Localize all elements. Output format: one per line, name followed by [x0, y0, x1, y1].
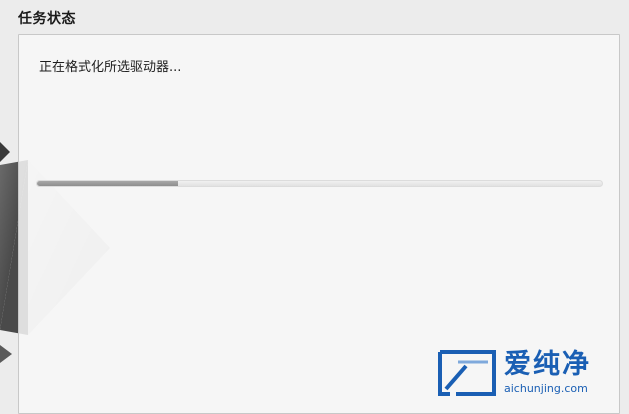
- watermark-brand-text: 爱纯净: [504, 349, 591, 380]
- watermark: 爱纯净 aichunjing.com: [436, 346, 629, 403]
- aichunjing-logo-icon: [438, 350, 496, 396]
- watermark-url: aichunjing.com: [504, 382, 588, 395]
- progress-bar: [36, 180, 603, 187]
- status-text: 正在格式化所选驱动器...: [39, 60, 182, 75]
- progress-fill: [37, 181, 179, 186]
